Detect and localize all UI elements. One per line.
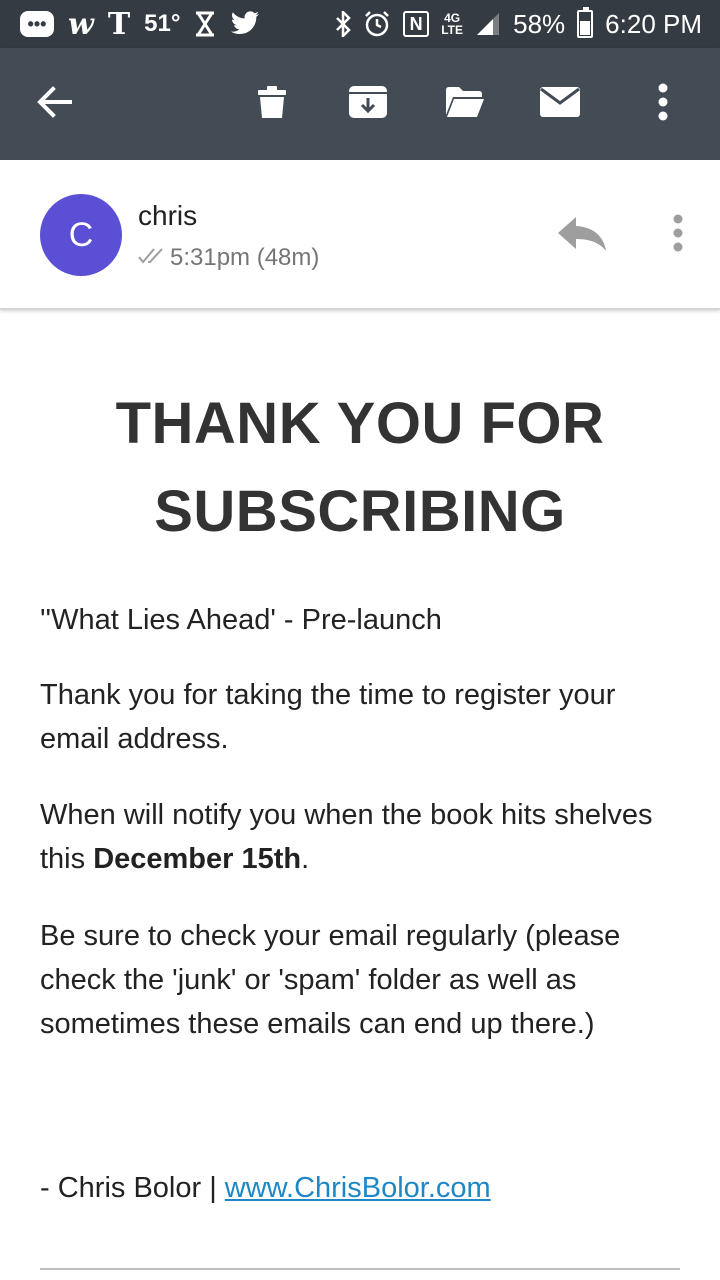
archive-icon	[348, 85, 388, 124]
hourglass-icon	[194, 11, 216, 37]
delete-button[interactable]	[244, 76, 300, 132]
website-link[interactable]: www.ChrisBolor.com	[225, 1172, 491, 1204]
more-vert-icon	[658, 83, 668, 126]
move-to-folder-button[interactable]	[437, 76, 493, 132]
reply-icon	[556, 215, 608, 258]
bluetooth-icon	[335, 11, 351, 37]
subject-line: ''What Lies Ahead' - Pre-launch	[40, 604, 442, 636]
release-date: December 15th	[93, 843, 302, 875]
message-paragraph-2: When will notify you when the book hits …	[40, 793, 680, 881]
mark-unread-button[interactable]	[532, 76, 588, 132]
message-headline: THANK YOU FOR SUBSCRIBING	[115, 391, 605, 544]
twitter-icon	[230, 11, 260, 37]
chat-notification-icon: •••	[20, 11, 54, 37]
tmobile-icon: T	[107, 6, 131, 42]
w-app-icon: w	[68, 6, 94, 42]
more-vert-icon	[673, 214, 683, 257]
back-button[interactable]	[26, 76, 82, 132]
toolbar-more-button[interactable]	[635, 76, 691, 132]
sender-time: 5:31pm (48m)	[138, 244, 319, 272]
app-toolbar	[0, 48, 720, 160]
sender-time-text: 5:31pm (48m)	[170, 244, 320, 271]
delete-icon	[257, 85, 287, 124]
network-type-label: 4G LTE	[441, 11, 464, 37]
message-more-button[interactable]	[660, 210, 696, 260]
status-bar-left: ••• w T 51°	[20, 0, 260, 48]
signal-icon	[475, 11, 501, 37]
alarm-icon	[363, 10, 391, 38]
body-divider	[40, 1268, 680, 1270]
battery-percent: 58%	[513, 8, 566, 39]
battery-icon	[577, 7, 594, 38]
message-paragraph-3: Be sure to check your email regularly (p…	[40, 920, 621, 1040]
read-check-icon	[138, 244, 168, 272]
back-arrow-icon	[36, 85, 72, 123]
reply-button[interactable]	[552, 212, 612, 260]
signature-name: - Chris Bolor |	[40, 1172, 225, 1204]
signature: - Chris Bolor | www.ChrisBolor.com	[40, 1166, 680, 1210]
sender-header: C chris 5:31pm (48m)	[0, 160, 720, 310]
archive-button[interactable]	[340, 76, 396, 132]
mail-icon	[539, 86, 581, 123]
message-paragraph-1: Thank you for taking the time to registe…	[40, 679, 616, 755]
status-bar-right: N 4G LTE 58% 6:20 PM	[335, 0, 702, 48]
nfc-icon: N	[403, 11, 430, 37]
temperature-text: 51°	[144, 10, 181, 37]
sender-name: chris	[138, 200, 198, 231]
status-bar: ••• w T 51° N 4G LTE 58% 6:20 PM	[0, 0, 720, 48]
paragraph-2-end: .	[301, 843, 310, 875]
folder-icon	[445, 86, 485, 123]
avatar[interactable]: C	[40, 194, 122, 276]
message-headline-block: THANK YOU FOR SUBSCRIBING	[40, 380, 680, 556]
clock: 6:20 PM	[605, 8, 702, 39]
